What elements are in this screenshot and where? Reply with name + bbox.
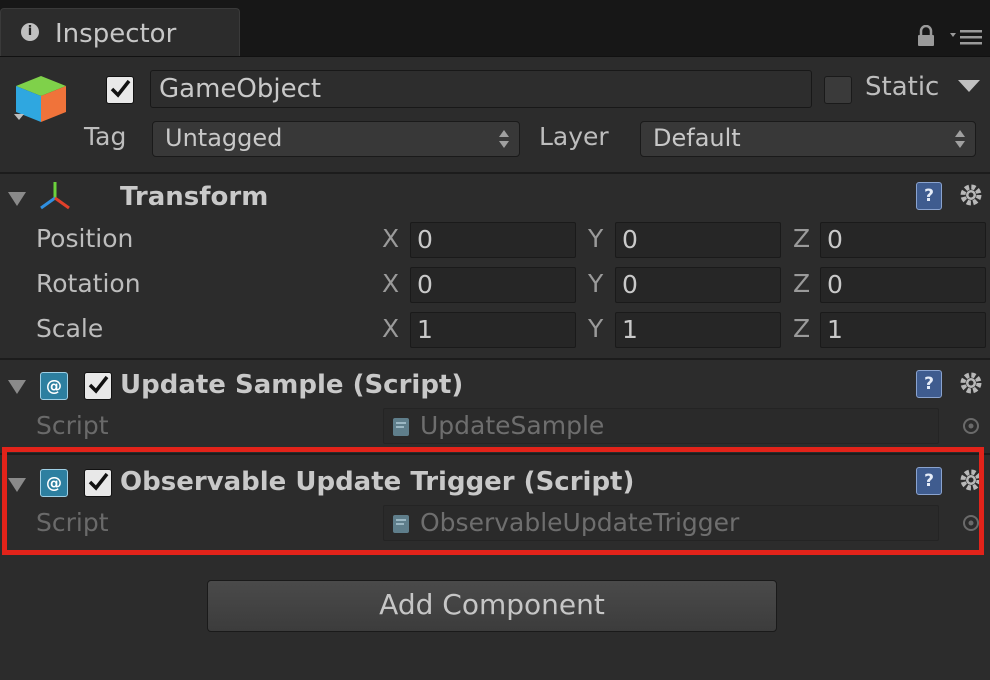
script-label: Script — [36, 411, 109, 440]
csharp-script-icon: @ — [40, 372, 68, 400]
tag-label: Tag — [84, 122, 127, 151]
static-label: Static — [865, 72, 940, 102]
axis-x-label: X — [382, 269, 400, 298]
active-checkbox[interactable] — [106, 76, 134, 104]
position-y-field[interactable]: 0 — [615, 222, 781, 258]
update-sample-script-field: UpdateSample — [383, 408, 939, 444]
observable-trigger-enabled-checkbox[interactable] — [84, 469, 112, 497]
position-x-field[interactable]: 0 — [410, 222, 576, 258]
object-name-input[interactable]: GameObject — [150, 70, 812, 108]
observable-trigger-script-field: ObservableUpdateTrigger — [383, 505, 939, 541]
tab-label: Inspector — [55, 19, 177, 49]
lock-icon[interactable] — [916, 25, 936, 47]
gear-icon[interactable] — [958, 467, 984, 493]
axis-z-label: Z — [793, 269, 811, 298]
axis-x-label: X — [382, 224, 400, 253]
rotation-z-field[interactable]: 0 — [820, 267, 986, 303]
transform-axis-icon — [40, 182, 70, 210]
script-value: UpdateSample — [420, 411, 605, 440]
position-label: Position — [36, 224, 134, 253]
axis-y-label: Y — [588, 269, 604, 298]
gear-icon[interactable] — [958, 370, 984, 396]
transform-title: Transform — [120, 182, 269, 212]
scale-y-field[interactable]: 1 — [615, 312, 781, 348]
layer-value: Default — [653, 124, 741, 152]
updown-arrows-icon — [499, 130, 509, 148]
axis-x-label: X — [382, 314, 400, 343]
tag-value: Untagged — [165, 124, 283, 152]
section-divider — [0, 453, 990, 455]
script-file-icon — [393, 418, 409, 436]
tab-inspector[interactable]: i Inspector — [0, 8, 240, 56]
layer-dropdown[interactable]: Default — [640, 121, 976, 157]
rotation-y-field[interactable]: 0 — [615, 267, 781, 303]
check-icon — [110, 79, 131, 98]
tag-dropdown[interactable]: Untagged — [152, 121, 520, 157]
gear-icon[interactable] — [958, 182, 984, 208]
rotation-x-field[interactable]: 0 — [410, 267, 576, 303]
script-file-icon — [393, 515, 409, 533]
help-icon[interactable]: ? — [916, 182, 942, 210]
update-sample-title: Update Sample (Script) — [120, 370, 464, 400]
gameobject-cube-icon[interactable] — [12, 72, 70, 126]
check-icon — [88, 472, 109, 491]
updown-arrows-icon — [955, 130, 965, 148]
help-icon[interactable]: ? — [916, 370, 942, 398]
section-divider — [0, 358, 990, 360]
add-component-button[interactable]: Add Component — [207, 580, 777, 632]
observable-trigger-title: Observable Update Trigger (Script) — [120, 467, 635, 497]
script-value: ObservableUpdateTrigger — [420, 508, 740, 537]
script-label: Script — [36, 508, 109, 537]
axis-z-label: Z — [793, 314, 811, 343]
object-picker-icon[interactable] — [962, 514, 980, 532]
rotation-label: Rotation — [36, 269, 141, 298]
transform-foldout-icon[interactable] — [8, 192, 26, 206]
help-icon[interactable]: ? — [916, 467, 942, 495]
info-icon: i — [21, 23, 39, 41]
tab-bar: i Inspector — [0, 0, 990, 57]
axis-y-label: Y — [588, 314, 604, 343]
layer-label: Layer — [539, 122, 609, 151]
observable-trigger-foldout-icon[interactable] — [8, 478, 26, 492]
scale-z-field[interactable]: 1 — [820, 312, 986, 348]
check-icon — [88, 375, 109, 394]
menu-icon[interactable] — [950, 27, 984, 47]
object-picker-icon[interactable] — [962, 417, 980, 435]
csharp-script-icon: @ — [40, 469, 68, 497]
position-z-field[interactable]: 0 — [820, 222, 986, 258]
scale-label: Scale — [36, 314, 104, 343]
update-sample-foldout-icon[interactable] — [8, 380, 26, 394]
axis-z-label: Z — [793, 224, 811, 253]
scale-x-field[interactable]: 1 — [410, 312, 576, 348]
axis-y-label: Y — [588, 224, 604, 253]
update-sample-enabled-checkbox[interactable] — [84, 372, 112, 400]
static-checkbox[interactable] — [824, 76, 852, 104]
static-dropdown-arrow-icon[interactable] — [958, 80, 980, 94]
